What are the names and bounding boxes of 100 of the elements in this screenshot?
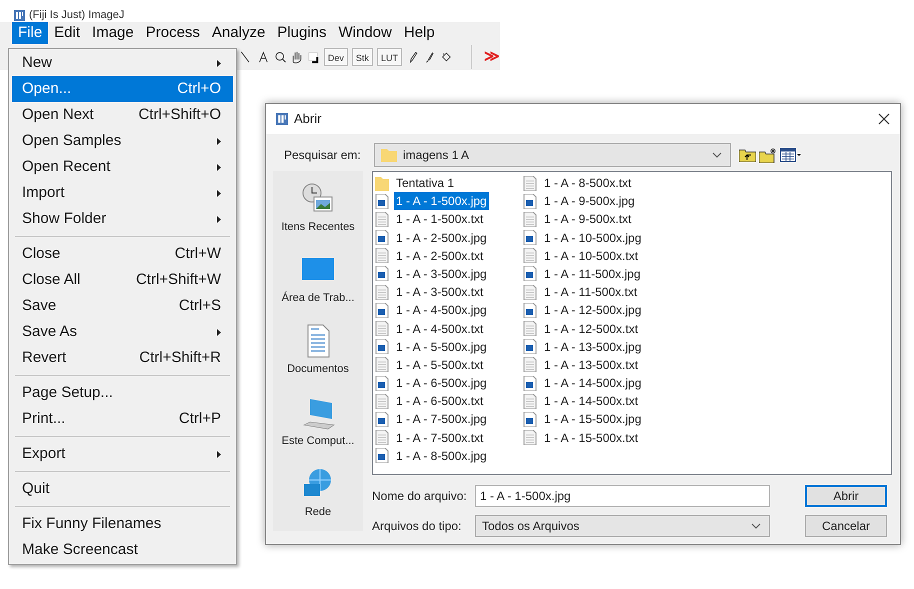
menu-entry[interactable]: Page Setup... — [12, 380, 233, 406]
menu-entry[interactable]: Save Ctrl+S — [12, 293, 233, 319]
look-in-dropdown[interactable]: imagens 1 A — [374, 143, 731, 167]
menu-item[interactable]: Window — [332, 22, 398, 44]
text-file-icon — [523, 284, 537, 300]
up-folder-icon[interactable] — [739, 148, 756, 162]
text-file-icon — [375, 357, 389, 372]
file-name[interactable]: 1 - A - 1-500x.txt — [394, 210, 486, 228]
file-name[interactable]: 1 - A - 2-500x.jpg — [394, 228, 489, 247]
new-folder-icon[interactable] — [759, 148, 777, 162]
menu-item[interactable]: Edit — [48, 22, 86, 44]
file-name[interactable]: 1 - A - 2-500x.txt — [394, 246, 486, 265]
tool-menu-button[interactable]: Dev — [324, 48, 348, 66]
file-name[interactable]: 1 - A - 5-500x.txt — [394, 356, 486, 374]
menu-item[interactable]: Image — [86, 22, 140, 44]
menu-item[interactable]: Process — [140, 22, 206, 44]
menu-item[interactable]: Plugins — [271, 22, 332, 44]
menu-entry[interactable]: Close All Ctrl+Shift+W — [12, 267, 233, 293]
file-name[interactable]: 1 - A - 11-500x.jpg — [542, 264, 643, 283]
text-file-icon — [375, 430, 389, 446]
chevron-down-icon — [751, 523, 761, 529]
look-in-label: Pesquisar em: — [284, 147, 362, 164]
file-name[interactable]: 1 - A - 13-500x.jpg — [542, 338, 644, 356]
image-file-icon — [523, 194, 537, 209]
file-name[interactable]: 1 - A - 8-500x.jpg — [394, 446, 489, 465]
menu-entry[interactable]: Fix Funny Filenames — [12, 511, 233, 537]
text-file-icon — [523, 212, 537, 227]
image-file-icon — [375, 376, 389, 391]
file-name-label: Nome do arquivo: — [372, 488, 468, 505]
file-name[interactable]: 1 - A - 15-500x.txt — [542, 428, 640, 447]
file-name[interactable]: 1 - A - 7-500x.jpg — [394, 410, 489, 428]
file-name[interactable]: 1 - A - 4-500x.jpg — [394, 301, 489, 320]
file-name[interactable]: 1 - A - 9-500x.jpg — [542, 192, 637, 210]
tool-menu-button[interactable]: Stk — [352, 48, 373, 66]
menu-entry[interactable]: Quit — [12, 476, 233, 502]
text-file-icon — [523, 248, 537, 264]
place-label[interactable]: Documentos — [287, 361, 349, 378]
file-name[interactable]: 1 - A - 10-500x.txt — [542, 246, 640, 265]
image-file-icon — [523, 376, 537, 391]
menu-entry[interactable]: Close Ctrl+W — [12, 241, 233, 267]
file-name[interactable]: 1 - A - 5-500x.jpg — [394, 338, 489, 356]
file-name[interactable]: 1 - A - 1-500x.jpg — [394, 192, 489, 210]
file-name[interactable]: Tentativa 1 — [394, 174, 456, 192]
file-name[interactable]: 1 - A - 6-500x.txt — [394, 392, 486, 410]
file-name[interactable]: 1 - A - 4-500x.txt — [394, 320, 486, 338]
text-file-icon — [523, 176, 537, 190]
menu-entry[interactable]: Export — [12, 441, 233, 467]
file-name[interactable]: 1 - A - 3-500x.txt — [394, 283, 486, 302]
text-file-icon — [523, 430, 537, 446]
menu-entry[interactable]: Revert Ctrl+Shift+R — [12, 345, 233, 371]
place-label[interactable]: Rede — [304, 504, 332, 520]
menu-item[interactable]: Help — [398, 22, 441, 44]
file-name[interactable]: 1 - A - 3-500x.jpg — [394, 264, 489, 283]
image-file-icon — [375, 230, 389, 246]
text-file-icon — [523, 321, 537, 336]
place-label[interactable]: Este Comput... — [282, 432, 354, 450]
image-file-icon — [523, 230, 537, 246]
menu-item[interactable]: File — [12, 22, 48, 44]
file-name[interactable]: 1 - A - 15-500x.jpg — [542, 410, 644, 428]
file-name[interactable]: 1 - A - 12-500x.jpg — [542, 301, 644, 320]
more-tools-button[interactable]: ≫ — [484, 46, 500, 68]
file-name[interactable]: 1 - A - 8-500x.txt — [542, 174, 634, 192]
menu-entry[interactable]: Open Samples — [12, 128, 233, 154]
image-file-icon — [523, 412, 537, 427]
menu-entry[interactable]: Show Folder — [12, 206, 233, 232]
menu-entry[interactable]: New — [12, 50, 233, 76]
view-menu-icon[interactable] — [780, 148, 802, 162]
image-file-icon — [375, 302, 389, 318]
file-name[interactable]: 1 - A - 14-500x.txt — [542, 392, 640, 410]
file-name[interactable]: 1 - A - 11-500x.txt — [542, 283, 640, 302]
cancel-button[interactable]: Cancelar — [805, 515, 887, 537]
file-name[interactable]: 1 - A - 10-500x.jpg — [542, 228, 644, 247]
open-button[interactable]: Abrir — [805, 485, 887, 507]
menu-entry[interactable]: Open Next Ctrl+Shift+O — [12, 102, 233, 128]
menu-entry[interactable]: Print... Ctrl+P — [12, 406, 233, 432]
menu-entry[interactable]: Save As — [12, 319, 233, 345]
file-name-field[interactable]: 1 - A - 1-500x.jpg — [475, 485, 770, 507]
file-name[interactable]: 1 - A - 13-500x.txt — [542, 356, 640, 374]
image-file-icon — [375, 339, 389, 354]
file-type-dropdown[interactable]: Todos os Arquivos — [475, 515, 770, 537]
file-name[interactable]: 1 - A - 9-500x.txt — [542, 210, 634, 228]
file-name[interactable]: 1 - A - 7-500x.txt — [394, 428, 486, 447]
file-name[interactable]: 1 - A - 14-500x.jpg — [542, 374, 644, 392]
menu-entry[interactable]: Make Screencast — [12, 537, 233, 563]
image-file-icon — [375, 266, 389, 282]
close-icon[interactable] — [878, 113, 890, 125]
image-file-icon — [523, 339, 537, 354]
tool-menu-button[interactable]: LUT — [376, 48, 402, 66]
dialog-title: Abrir — [294, 110, 322, 128]
text-file-icon — [375, 212, 389, 227]
file-name[interactable]: 1 - A - 12-500x.txt — [542, 320, 640, 338]
text-file-icon — [375, 248, 389, 264]
menu-entry[interactable]: Open... Ctrl+O — [12, 76, 233, 102]
place-label[interactable]: Itens Recentes — [281, 219, 355, 236]
file-name[interactable]: 1 - A - 6-500x.jpg — [394, 374, 489, 392]
app-icon — [14, 10, 25, 20]
menu-entry[interactable]: Open Recent — [12, 154, 233, 180]
menu-item[interactable]: Analyze — [206, 22, 272, 44]
place-label[interactable]: Área de Trab... — [282, 290, 354, 307]
menu-entry[interactable]: Import — [12, 180, 233, 206]
